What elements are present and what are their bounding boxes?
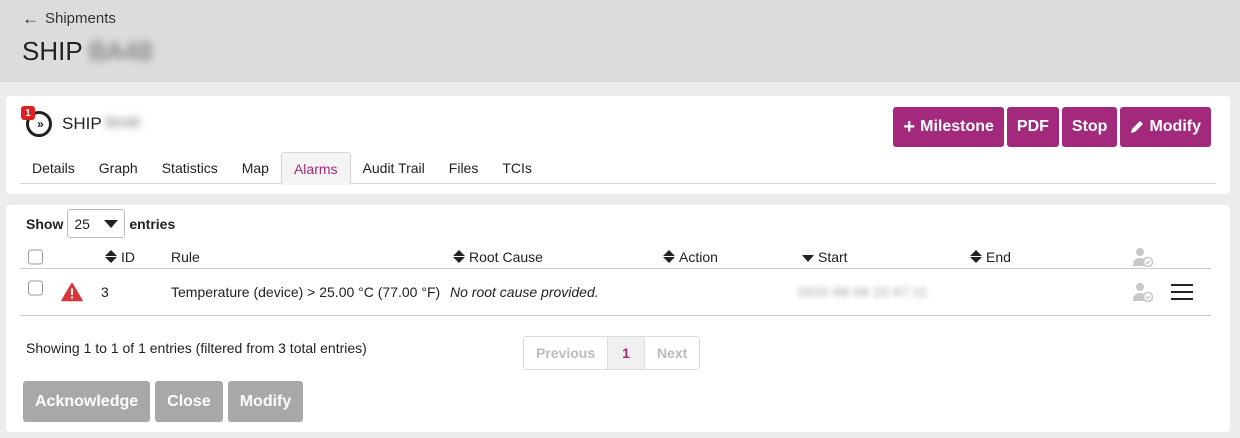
tab-tcis[interactable]: TCIs <box>490 152 544 184</box>
next-page-button[interactable]: Next <box>645 337 699 369</box>
alert-count-badge: 1 <box>21 106 35 120</box>
table-info: Showing 1 to 1 of 1 entries (filtered fr… <box>26 340 367 356</box>
caret-down-icon <box>104 219 119 228</box>
arrow-left-icon: ← <box>22 9 39 28</box>
page-title-text: SHIP <box>22 36 83 66</box>
alarms-table: ID Rule Root Cause Action Start End 3 Te… <box>20 245 1211 316</box>
pagination: Previous 1 Next <box>523 336 701 370</box>
entries-length-control: Show 25 entries <box>26 209 175 238</box>
modify-label: Modify <box>1149 118 1201 135</box>
col-rule-label: Rule <box>171 248 200 265</box>
acknowledge-user-icon[interactable] <box>1132 282 1154 302</box>
previous-page-button[interactable]: Previous <box>524 337 607 369</box>
show-label: Show <box>26 215 64 232</box>
alarms-card: Show 25 entries ID Rule Root Cause Actio… <box>6 205 1230 432</box>
col-start-header[interactable]: Start <box>802 249 848 265</box>
col-id-header[interactable]: ID <box>105 249 135 265</box>
milestone-label: Milestone <box>920 118 994 135</box>
stop-button[interactable]: Stop <box>1061 107 1118 147</box>
pencil-icon <box>1131 121 1144 133</box>
row-menu-icon[interactable] <box>1171 284 1193 300</box>
col-root-cause-label: Root Cause <box>469 248 543 265</box>
shipment-name-text: SHIP <box>62 114 102 133</box>
entries-per-page-select[interactable]: 25 <box>67 209 126 238</box>
sort-descending-icon <box>802 254 814 262</box>
row-checkbox[interactable] <box>28 280 43 296</box>
modify-alarm-button[interactable]: Modify <box>227 381 304 422</box>
tab-graph[interactable]: Graph <box>87 152 150 184</box>
sort-icon <box>970 250 982 263</box>
sort-icon <box>105 250 117 263</box>
tab-audit-trail[interactable]: Audit Trail <box>351 152 437 184</box>
shipment-name: SHIP BA48 <box>62 114 140 134</box>
alarm-rule: Temperature (device) > 25.00 °C (77.00 °… <box>171 284 441 300</box>
alarm-id: 3 <box>101 284 109 300</box>
col-rule-header: Rule <box>171 249 200 265</box>
back-link-label: Shipments <box>45 10 116 27</box>
page-title-redacted: BA48 <box>88 36 153 66</box>
page-header: ← Shipments SHIP BA48 <box>0 0 1240 82</box>
shipment-tabs: Details Graph Statistics Map Alarms Audi… <box>20 152 1216 185</box>
sort-icon <box>453 250 465 263</box>
shipment-actions: + Milestone PDF Stop Modify <box>893 107 1211 147</box>
entries-label: entries <box>129 215 176 232</box>
shipment-name-redacted: BA48 <box>105 114 140 130</box>
shipment-card: 1 » SHIP BA48 + Milestone PDF Stop Modif… <box>6 96 1230 194</box>
add-milestone-button[interactable]: + Milestone <box>893 107 1004 147</box>
tab-alarms[interactable]: Alarms <box>280 152 351 185</box>
pdf-label: PDF <box>1016 118 1049 135</box>
col-root-cause-header[interactable]: Root Cause <box>453 249 543 265</box>
col-start-label: Start <box>818 248 848 265</box>
table-header: ID Rule Root Cause Action Start End <box>20 245 1211 269</box>
plus-icon: + <box>903 115 916 138</box>
page-title: SHIP BA48 <box>22 36 152 67</box>
sort-icon <box>663 250 675 263</box>
tab-files[interactable]: Files <box>437 152 491 184</box>
table-row[interactable]: 3 Temperature (device) > 25.00 °C (77.00… <box>20 269 1211 316</box>
col-id-label: ID <box>121 248 135 265</box>
alarm-actions: Acknowledge Close Modify <box>23 381 304 422</box>
alarm-root-cause: No root cause provided. <box>450 284 599 300</box>
modify-shipment-button[interactable]: Modify <box>1120 107 1211 147</box>
close-alarm-button[interactable]: Close <box>155 381 223 422</box>
warning-triangle-icon <box>61 282 83 302</box>
entries-value: 25 <box>74 215 90 232</box>
col-action-header[interactable]: Action <box>663 249 718 265</box>
page-1-button[interactable]: 1 <box>607 337 645 369</box>
tab-statistics[interactable]: Statistics <box>150 152 230 184</box>
stop-label: Stop <box>1071 118 1108 135</box>
tab-details[interactable]: Details <box>20 152 87 184</box>
col-action-label: Action <box>679 248 718 265</box>
back-to-shipments-link[interactable]: ← Shipments <box>22 10 116 27</box>
col-end-label: End <box>986 248 1011 265</box>
pdf-button[interactable]: PDF <box>1006 107 1059 147</box>
alarm-start: 2022-08-08 22:47:11 <box>798 285 928 299</box>
col-end-header[interactable]: End <box>970 249 1011 265</box>
select-all-checkbox[interactable] <box>28 249 43 264</box>
acknowledge-button[interactable]: Acknowledge <box>23 381 151 422</box>
tab-map[interactable]: Map <box>230 152 281 184</box>
user-check-icon <box>1132 247 1154 267</box>
